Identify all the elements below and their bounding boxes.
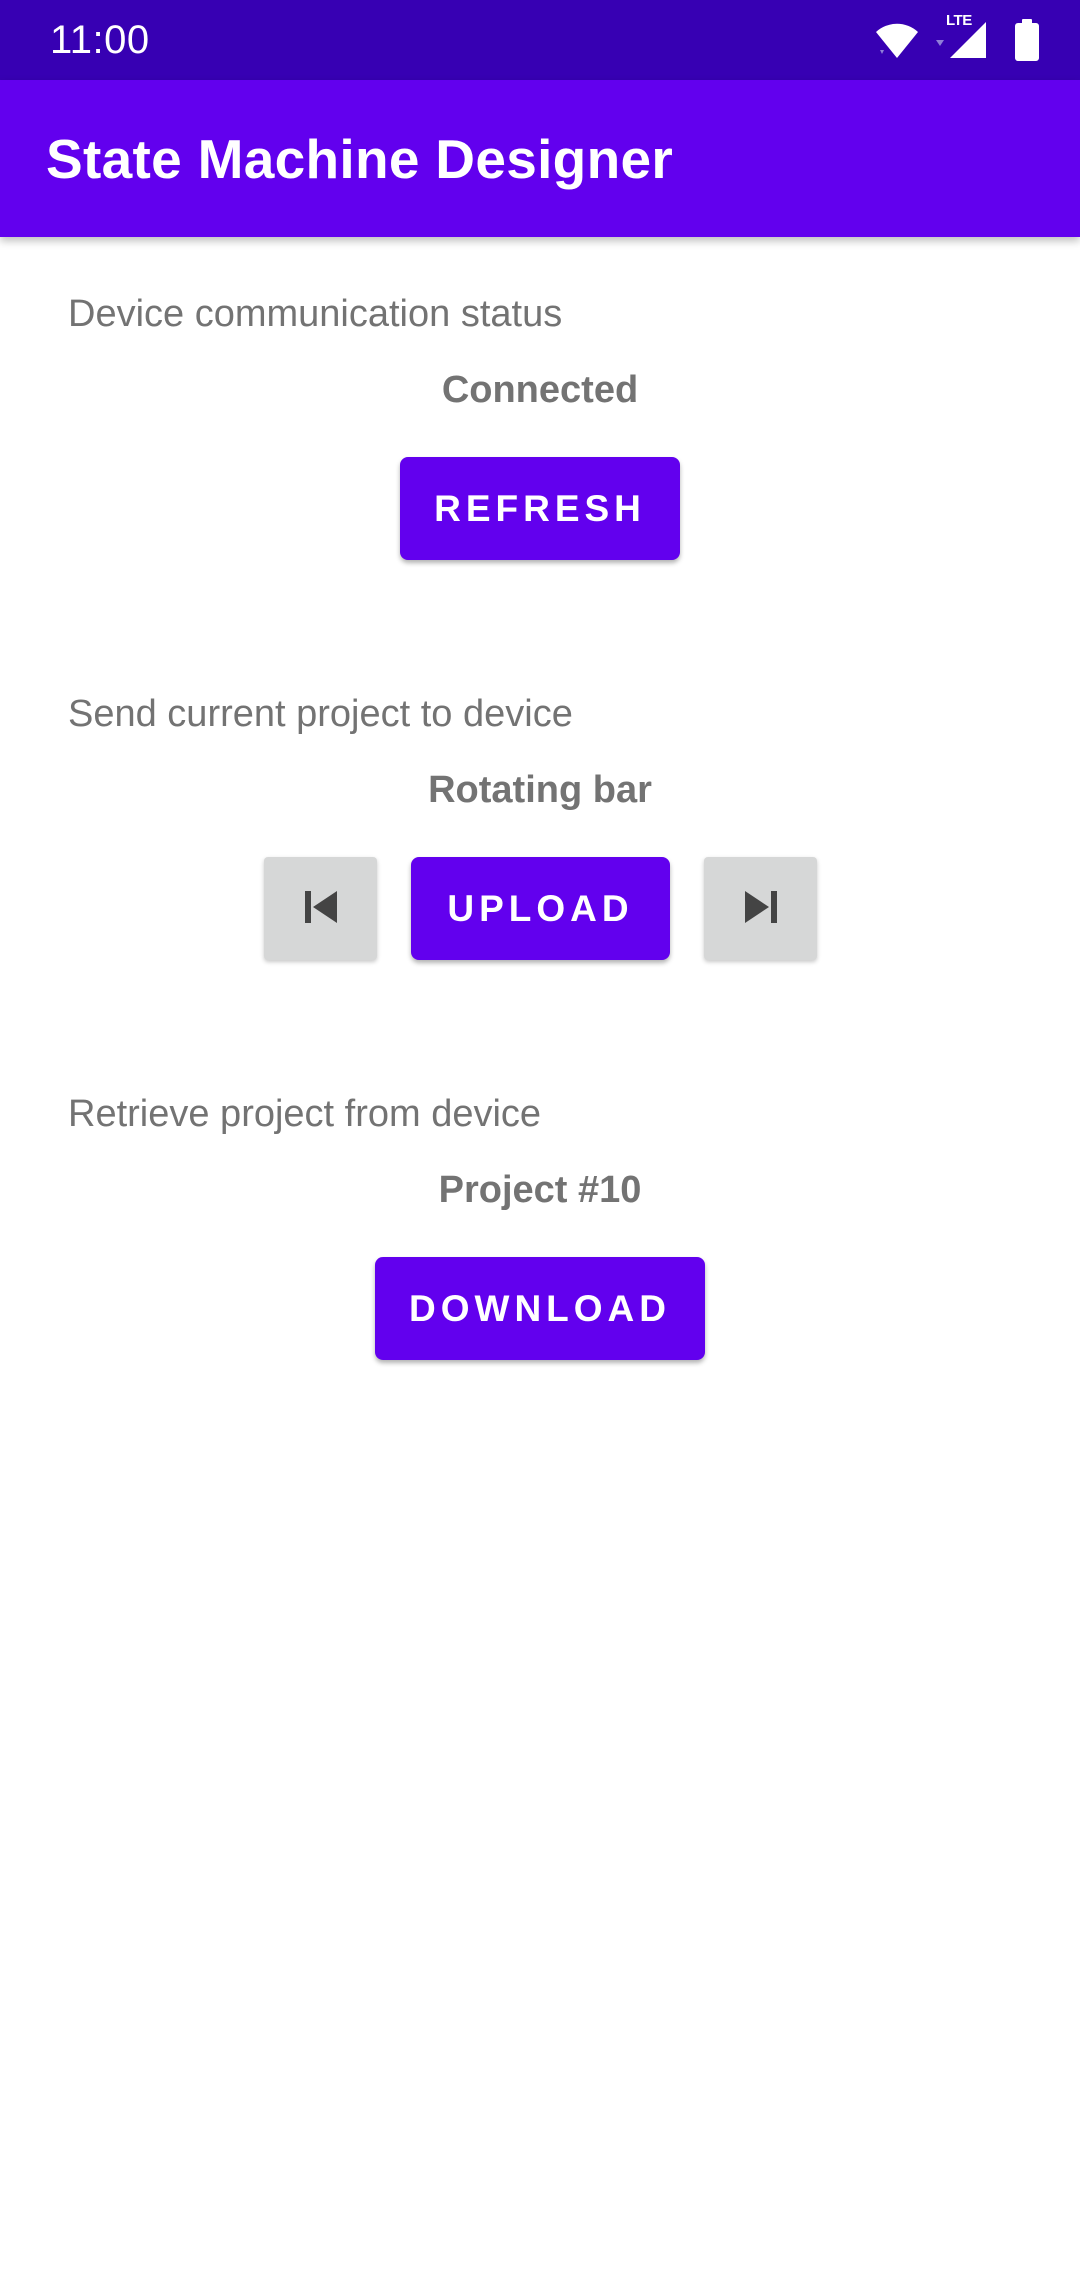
wifi-icon xyxy=(874,20,920,60)
app-bar: State Machine Designer xyxy=(0,80,1080,237)
status-section-label: Device communication status xyxy=(68,293,563,335)
upload-section-label: Send current project to device xyxy=(68,693,573,735)
download-button[interactable]: DOWNLOAD xyxy=(375,1257,705,1360)
battery-icon xyxy=(1014,19,1040,61)
device-project-name: Project #10 xyxy=(438,1169,642,1211)
app-title: State Machine Designer xyxy=(46,128,674,190)
refresh-button[interactable]: REFRESH xyxy=(400,457,680,560)
next-project-button[interactable] xyxy=(704,857,817,960)
skip-next-icon xyxy=(741,887,781,930)
status-icons: LTE xyxy=(874,12,1040,62)
previous-project-button[interactable] xyxy=(264,857,377,960)
connection-status-value: Connected xyxy=(441,369,639,411)
download-section-label: Retrieve project from device xyxy=(68,1093,542,1135)
cell-signal-icon: LTE xyxy=(934,12,992,62)
skip-previous-icon xyxy=(301,887,341,930)
network-type-label: LTE xyxy=(946,12,972,29)
status-time: 11:00 xyxy=(50,18,150,62)
upload-button[interactable]: UPLOAD xyxy=(411,857,670,960)
current-project-name: Rotating bar xyxy=(428,769,652,811)
status-bar: 11:00 LTE xyxy=(0,0,1080,80)
